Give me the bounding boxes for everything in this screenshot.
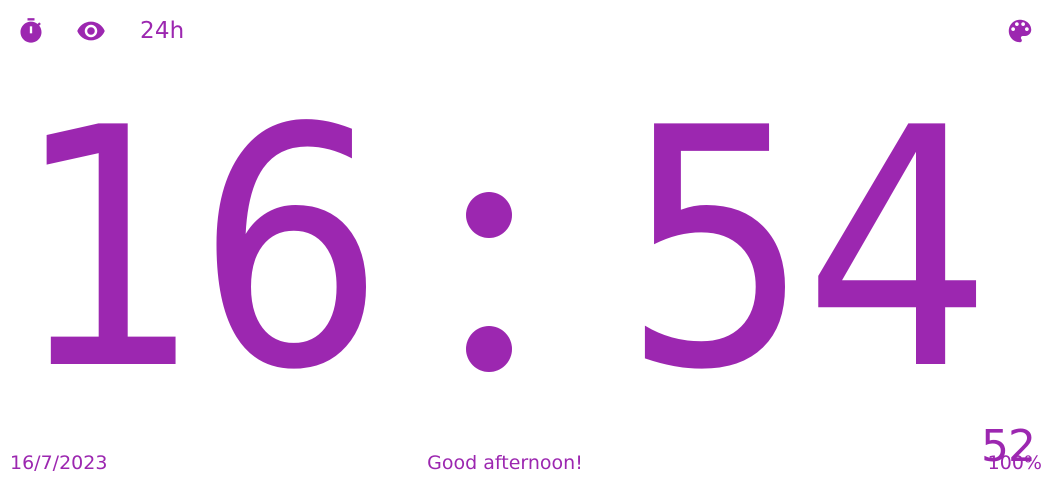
clock-hours: 16 bbox=[14, 58, 385, 442]
battery-level: 100% bbox=[987, 452, 1042, 474]
clock-minutes: 54 bbox=[622, 58, 993, 442]
clock-separator bbox=[466, 192, 512, 372]
clock-display: 16 54 52 bbox=[0, 58, 1052, 472]
separator-dot-bottom bbox=[466, 326, 512, 372]
visibility-button[interactable] bbox=[76, 16, 106, 46]
eye-icon bbox=[76, 16, 106, 46]
toolbar: 24h bbox=[0, 0, 1052, 62]
status-footer: 16/7/2023 Good afternoon! 100% bbox=[0, 448, 1052, 478]
theme-button[interactable] bbox=[1005, 16, 1035, 46]
hour-format-label: 24h bbox=[140, 18, 185, 44]
separator-dot-top bbox=[466, 192, 512, 238]
hour-format-button[interactable]: 24h bbox=[136, 16, 196, 46]
greeting-label: Good afternoon! bbox=[427, 452, 583, 474]
stopwatch-icon bbox=[17, 17, 45, 45]
timer-button[interactable] bbox=[16, 16, 46, 46]
palette-icon bbox=[1005, 16, 1035, 46]
